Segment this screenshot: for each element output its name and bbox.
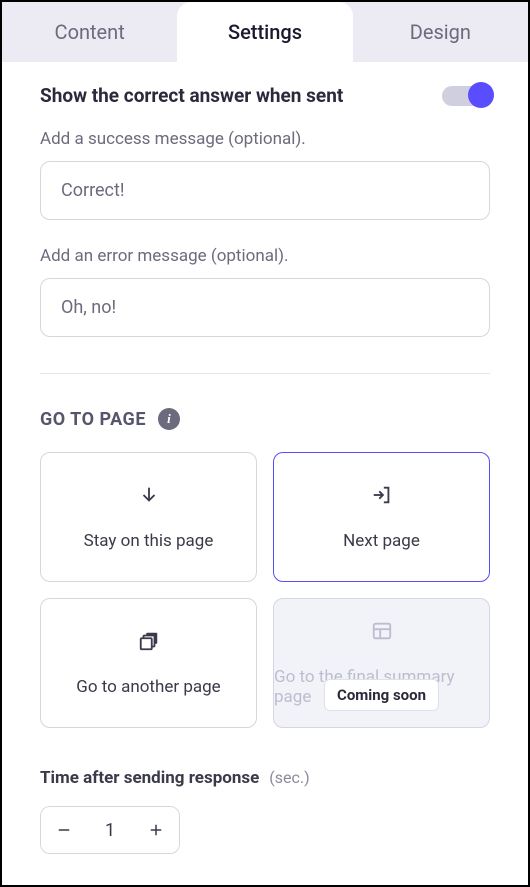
option-another-label: Go to another page	[76, 677, 220, 697]
enter-icon	[371, 484, 393, 511]
success-message-label: Add a success message (optional).	[40, 129, 490, 149]
divider	[40, 373, 490, 374]
option-final-summary: Go to the final summary page Coming soon	[273, 598, 490, 728]
time-stepper: 1	[40, 806, 180, 854]
coming-soon-badge: Coming soon	[324, 679, 439, 711]
minus-icon	[55, 821, 73, 839]
info-icon[interactable]: i	[158, 408, 180, 430]
show-answer-toggle[interactable]	[442, 86, 490, 106]
go-to-page-title: GO TO PAGE	[40, 409, 146, 430]
pages-stack-icon	[138, 630, 160, 657]
option-stay-on-page[interactable]: Stay on this page	[40, 452, 257, 582]
settings-panel: Show the correct answer when sent Add a …	[2, 62, 528, 854]
arrow-down-icon	[138, 484, 160, 511]
go-to-page-grid: Stay on this page Next page Go to an	[40, 452, 490, 728]
option-another-page[interactable]: Go to another page	[40, 598, 257, 728]
plus-icon	[147, 821, 165, 839]
time-value: 1	[87, 820, 133, 841]
tabs: Content Settings Design	[2, 2, 528, 62]
option-stay-label: Stay on this page	[84, 531, 214, 551]
tab-design[interactable]: Design	[353, 2, 528, 62]
error-message-label: Add an error message (optional).	[40, 246, 490, 266]
increment-button[interactable]	[133, 807, 179, 853]
decrement-button[interactable]	[41, 807, 87, 853]
success-message-input[interactable]	[40, 161, 490, 220]
show-answer-row: Show the correct answer when sent	[40, 84, 490, 107]
tab-settings[interactable]: Settings	[177, 2, 352, 62]
tab-content[interactable]: Content	[2, 2, 177, 62]
option-next-page[interactable]: Next page	[273, 452, 490, 582]
time-label: Time after sending response	[40, 768, 259, 788]
error-message-input[interactable]	[40, 278, 490, 337]
toggle-knob	[468, 82, 494, 108]
go-to-page-header: GO TO PAGE i	[40, 408, 490, 430]
table-icon	[371, 620, 393, 647]
time-unit: (sec.)	[269, 768, 309, 787]
option-next-label: Next page	[343, 531, 420, 551]
time-row: Time after sending response (sec.)	[40, 768, 490, 788]
show-answer-label: Show the correct answer when sent	[40, 84, 343, 107]
